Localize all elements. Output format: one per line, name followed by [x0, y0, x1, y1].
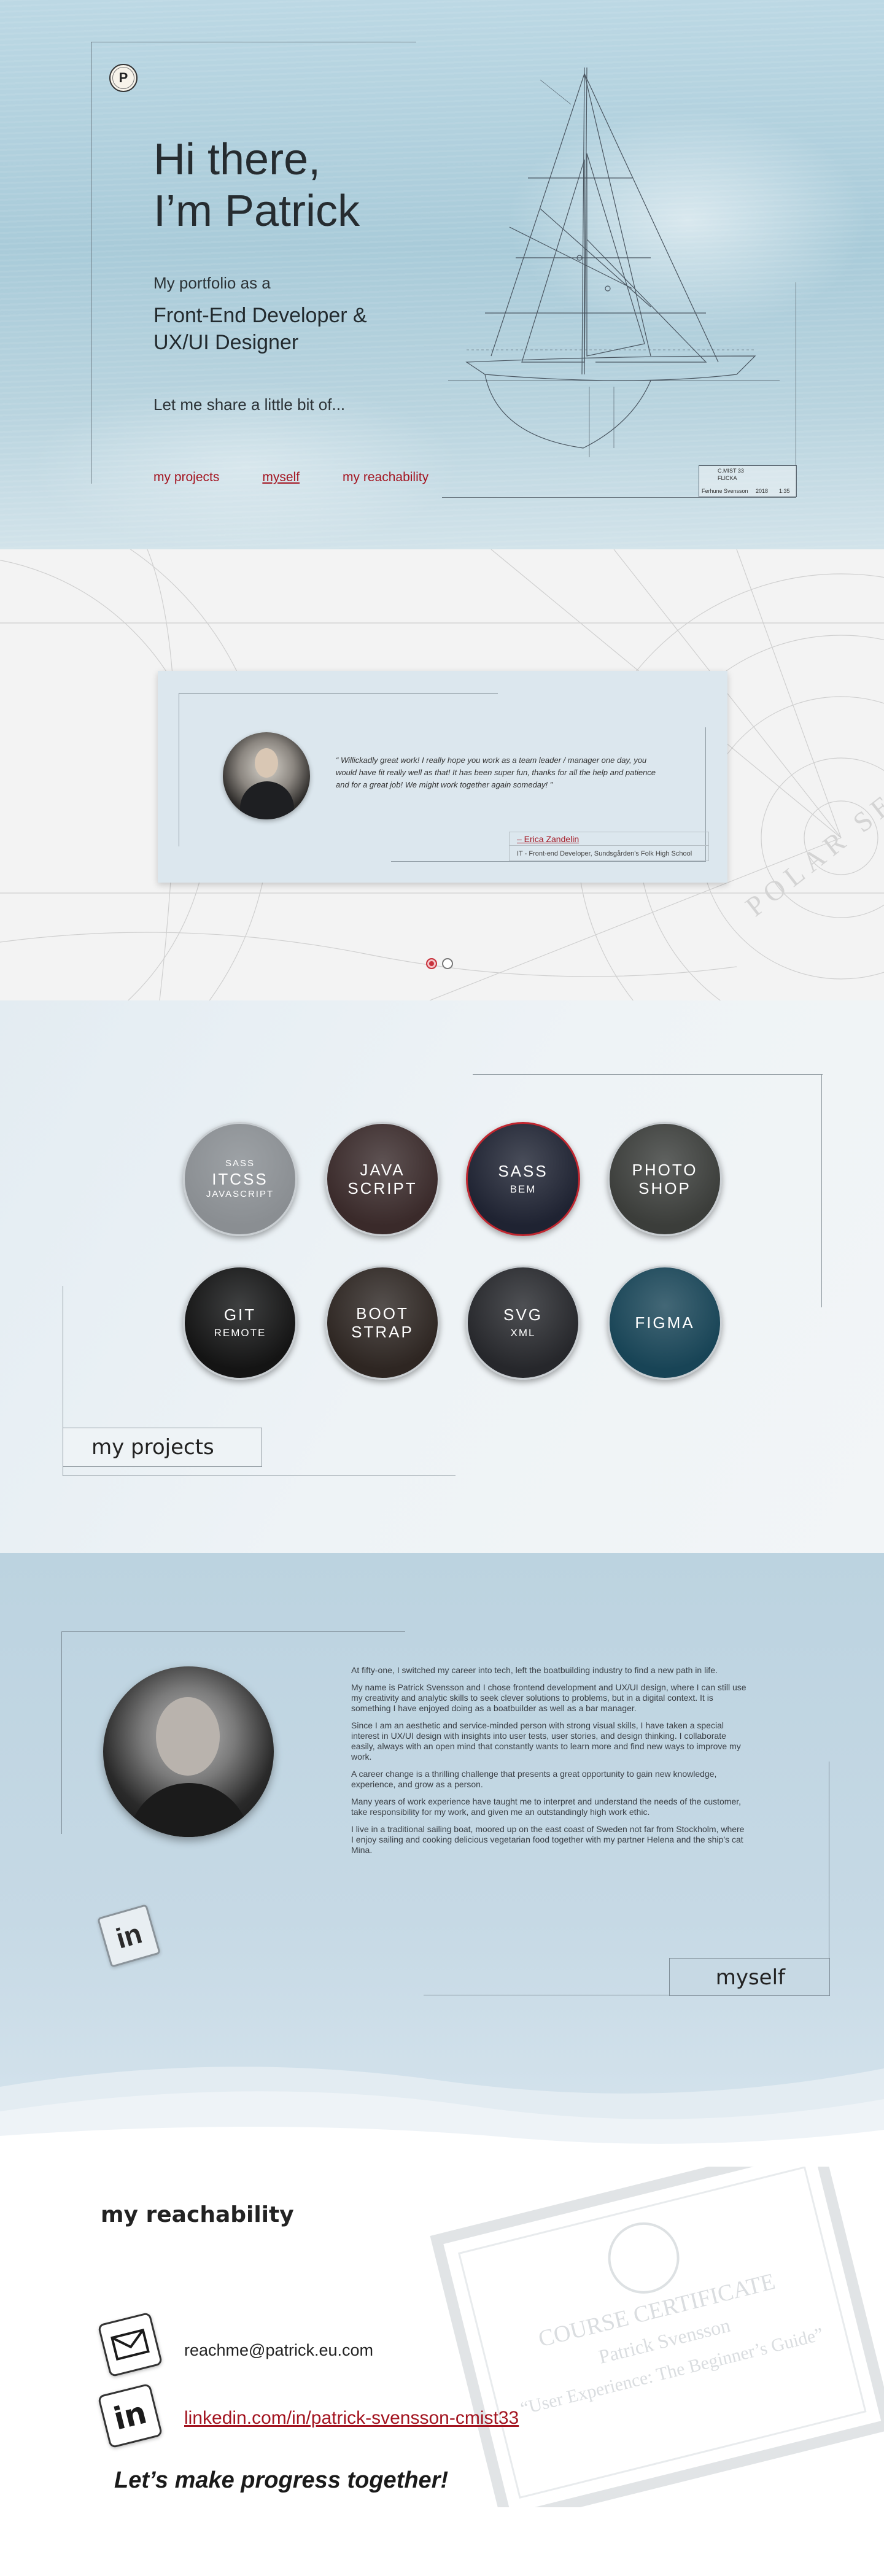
- projects-title: my projects: [63, 1428, 262, 1467]
- project-sub-label: REMOTE: [214, 1327, 266, 1339]
- project-figma[interactable]: FIGMA: [608, 1266, 722, 1380]
- project-label: JAVA SCRIPT: [347, 1161, 417, 1197]
- linkedin-contact-icon[interactable]: in: [97, 2383, 163, 2449]
- carousel-dot-1[interactable]: [426, 958, 437, 969]
- titleblock-text: FLICKA: [718, 475, 737, 481]
- project-label: BOOT STRAP: [351, 1304, 414, 1341]
- email-icon[interactable]: [97, 2311, 163, 2378]
- project-label: GIT: [223, 1305, 257, 1324]
- about-paragraph: My name is Patrick Svensson and I chose …: [351, 1682, 746, 1713]
- about-paragraph: A career change is a thrilling challenge…: [351, 1769, 717, 1789]
- hero-nav: my projects myself my reachability: [153, 470, 428, 485]
- project-sub-label: JAVASCRIPT: [206, 1189, 274, 1199]
- titleblock-text: 2018: [756, 488, 769, 494]
- testimonial-quote: “ Willickadly great work! I really hope …: [336, 756, 656, 789]
- project-bootstrap[interactable]: BOOT STRAP: [325, 1266, 440, 1380]
- about-text: At fifty-one, I switched my career into …: [351, 1665, 747, 1862]
- titleblock-text: C.MIST 33: [718, 468, 744, 474]
- projects-section: SASS ITCSS JAVASCRIPT JAVA SCRIPT SASS B…: [0, 1000, 884, 1553]
- hero-frame-line: [442, 497, 796, 498]
- hero-share-text: Let me share a little bit of...: [153, 395, 346, 414]
- project-top-label: SASS: [225, 1158, 255, 1169]
- project-sass-bem[interactable]: SASS BEM: [466, 1122, 580, 1236]
- myself-title: myself: [669, 1958, 830, 1996]
- about-paragraph: At fifty-one, I switched my career into …: [351, 1665, 718, 1675]
- nav-link-myself[interactable]: myself: [262, 470, 300, 485]
- profile-photo: [103, 1666, 274, 1837]
- sailboat-drawing: [448, 67, 780, 457]
- testimonial-author-role: IT - Front-end Developer, Sundsgården’s …: [509, 845, 709, 861]
- titleblock-text: 1:35: [779, 488, 790, 494]
- project-label: SVG: [503, 1305, 543, 1324]
- hero-subtitle: My portfolio as a: [153, 274, 271, 292]
- project-label: SASS: [498, 1162, 548, 1180]
- testimonial-section: POLAR SEA C “ Willickadly great work! I …: [0, 549, 884, 1000]
- project-git-remote[interactable]: GIT REMOTE: [183, 1266, 297, 1380]
- drawing-titleblock: C.MIST 33 FLICKA Ferhune Svensson 2018 1…: [699, 465, 797, 497]
- project-label: FIGMA: [635, 1313, 695, 1332]
- project-photoshop[interactable]: PHOTO SHOP: [608, 1122, 722, 1236]
- hero-section: P Hi there, I’m Patrick My portfolio as …: [0, 0, 884, 549]
- projects-frame-line: [821, 1074, 822, 1307]
- carousel-dots: [426, 958, 453, 969]
- nav-link-reachability[interactable]: my reachability: [343, 470, 428, 485]
- project-svg-xml[interactable]: SVG XML: [466, 1266, 580, 1380]
- myself-section: At fifty-one, I switched my career into …: [0, 1553, 884, 2167]
- project-sub-label: BEM: [510, 1183, 537, 1195]
- hero-title: Hi there, I’m Patrick: [153, 134, 360, 237]
- hero-title-line1: Hi there,: [153, 135, 321, 184]
- certificate-watermark: COURSE CERTIFICATE Patrick Svensson “Use…: [430, 2167, 884, 2507]
- card-frame-line: [179, 693, 498, 694]
- hero-role-line2: UX/UI Designer: [153, 331, 299, 354]
- myself-frame-line: [61, 1631, 62, 1834]
- about-paragraph: I live in a traditional sailing boat, mo…: [351, 1824, 745, 1855]
- about-paragraph: Since I am an aesthetic and service-mind…: [351, 1720, 741, 1762]
- logo[interactable]: P: [109, 64, 138, 92]
- linkedin-link[interactable]: linkedin.com/in/patrick-svensson-cmist33: [184, 2408, 519, 2429]
- reachability-section: COURSE CERTIFICATE Patrick Svensson “Use…: [0, 2167, 884, 2576]
- envelope-icon: [110, 2328, 150, 2361]
- linkedin-icon[interactable]: in: [97, 1904, 161, 1968]
- logo-letter: P: [118, 70, 128, 85]
- hero-role-line1: Front-End Developer &: [153, 304, 367, 327]
- reachability-title: my reachability: [101, 2202, 294, 2227]
- project-javascript[interactable]: JAVA SCRIPT: [325, 1122, 440, 1236]
- nav-link-projects[interactable]: my projects: [153, 470, 219, 485]
- myself-frame-line: [61, 1631, 405, 1632]
- project-label: ITCSS: [212, 1170, 268, 1188]
- carousel-dot-2[interactable]: [442, 958, 453, 969]
- project-sub-label: XML: [510, 1327, 536, 1339]
- testimonial-card: “ Willickadly great work! I really hope …: [158, 671, 727, 883]
- hero-role: Front-End Developer & UX/UI Designer: [153, 302, 411, 356]
- project-label: PHOTO SHOP: [632, 1161, 698, 1197]
- titleblock-text: Ferhune Svensson: [702, 488, 748, 494]
- wave-divider: [0, 2067, 884, 2167]
- tagline: Let’s make progress together!: [114, 2467, 449, 2493]
- email-address[interactable]: reachme@patrick.eu.com: [184, 2341, 373, 2360]
- projects-frame-line: [473, 1074, 823, 1075]
- about-paragraph: Many years of work experience have taugh…: [351, 1797, 742, 1817]
- hero-title-line2: I’m Patrick: [153, 187, 360, 236]
- testimonial-avatar: [223, 732, 310, 819]
- testimonial-author-link[interactable]: – Erica Zandelin: [509, 832, 709, 845]
- project-itcss[interactable]: SASS ITCSS JAVASCRIPT: [183, 1122, 297, 1236]
